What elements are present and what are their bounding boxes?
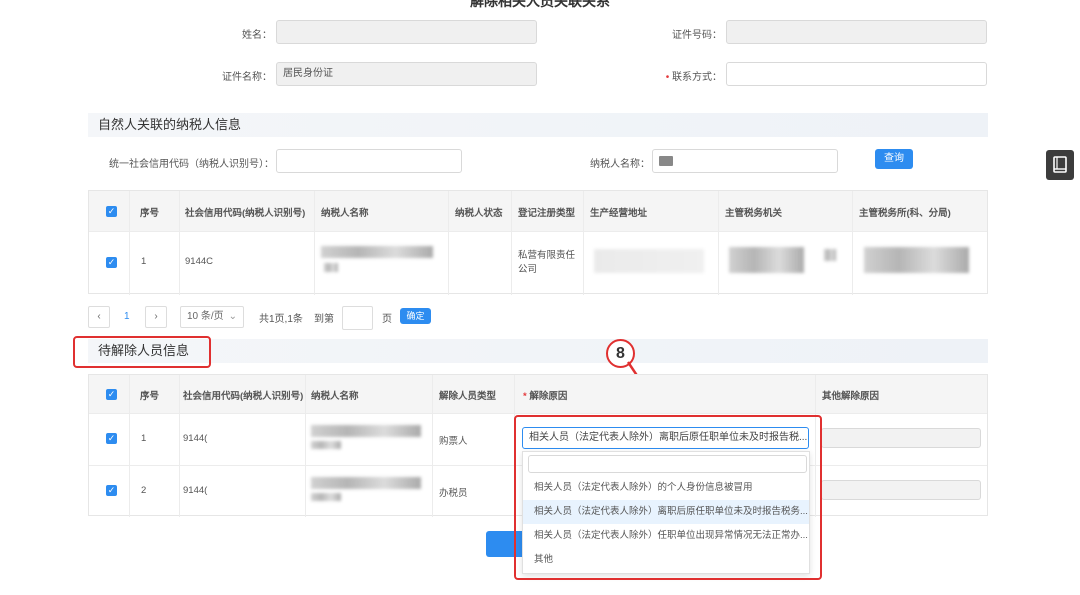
col-removal-reason-text: 解除原因 [529,391,568,402]
col-address: 生产经营地址 [590,208,648,219]
folder-icon [659,156,673,166]
col-credit-code: 社会信用代码(纳税人识别号) [185,208,306,219]
col-taxpayer-name: 纳税人名称 [311,391,359,402]
col-taxpayer-name: 纳税人名称 [321,208,369,219]
goto-label: 到第 [314,314,334,325]
row-removal-type: 办税员 [439,488,468,499]
row-index: 1 [141,256,147,267]
page-unit-label: 页 [382,314,392,325]
taxpayer-name-input[interactable] [652,149,838,173]
redacted-taxpayer-name [321,246,433,258]
redacted-taxpayer-name [311,425,421,437]
goto-page-input[interactable] [342,306,373,330]
col-reg-type: 登记注册类型 [518,208,576,219]
id-type-field[interactable]: 居民身份证 [276,62,537,86]
redacted-taxpayer-name-2 [311,493,341,501]
id-type-label: 证件名称： [222,72,272,83]
contact-field[interactable] [726,62,987,86]
col-credit-code: 社会信用代码(纳税人识别号) [183,391,304,402]
next-page-button[interactable]: › [145,306,167,328]
id-number-field[interactable] [726,20,987,44]
query-button[interactable]: 查询 [875,149,913,169]
col-index: 序号 [140,208,160,219]
name-field[interactable] [276,20,537,44]
page-size-value: 10 条/页 [187,311,224,322]
other-reason-field[interactable] [821,428,981,448]
row-checkbox[interactable]: ✓ [106,485,117,496]
select-all-checkbox[interactable]: ✓ [106,206,117,217]
name-label: 姓名： [242,30,272,41]
required-mark: • [665,72,670,83]
taxpayer-table: ✓ 序号 社会信用代码(纳税人识别号) 纳税人名称 纳税人状态 登记注册类型 生… [88,190,988,295]
goto-confirm-button[interactable]: 确定 [400,308,431,324]
book-icon[interactable] [1046,150,1074,180]
col-other-reason: 其他解除原因 [822,391,880,402]
contact-label-text: 联系方式： [672,72,722,83]
other-reason-field[interactable] [821,480,981,500]
row-index: 2 [141,485,147,496]
redacted-address [594,249,704,273]
col-removal-reason: * 解除原因 [523,388,567,402]
redacted-taxpayer-name [311,477,421,489]
chevron-down-icon: ⌄ [228,311,237,322]
contact-label: • 联系方式： [620,68,722,83]
redacted-tax-office [864,247,969,273]
row-checkbox[interactable]: ✓ [106,257,117,268]
section-taxpayer-info-title: 自然人关联的纳税人信息 [88,113,988,137]
redacted-tax-authority-2 [824,249,836,261]
book-icon-glyph [1053,156,1067,173]
id-number-label: 证件号码： [672,30,722,41]
select-all-pending-checkbox[interactable]: ✓ [106,389,117,400]
col-removal-type: 解除人员类型 [439,391,497,402]
col-tax-office: 主管税务所(科、分局) [859,208,951,219]
redacted-taxpayer-name-2 [324,263,338,272]
section-highlight-box [73,336,211,368]
col-index: 序号 [140,391,160,402]
row-credit-code: 9144C [185,256,213,267]
redacted-tax-authority [729,247,804,273]
section-pending-removal-title: 待解除人员信息 [88,339,988,363]
row-removal-type: 购票人 [439,436,468,447]
col-taxpayer-status: 纳税人状态 [455,208,503,219]
row-credit-code: 9144( [183,433,208,444]
row-checkbox[interactable]: ✓ [106,433,117,444]
row-credit-code: 9144( [183,485,208,496]
page-size-select[interactable]: 10 条/页 ⌄ [180,306,244,328]
row-reg-type: 私营有限责任公司 [518,250,576,275]
prev-page-button[interactable]: ‹ [88,306,110,328]
dropdown-highlight-box [514,415,822,580]
row-index: 1 [141,433,147,444]
page-title: 解除相关人员关联关系 [470,0,610,9]
credit-code-input[interactable] [276,149,462,173]
pagination-summary: 共1页,1条 [259,314,303,325]
credit-code-label: 统一社会信用代码（纳税人识别号）： [109,159,274,170]
redacted-taxpayer-name-2 [311,441,341,449]
current-page[interactable]: 1 [124,311,130,322]
taxpayer-name-label: 纳税人名称： [590,159,650,170]
col-tax-authority: 主管税务机关 [725,208,783,219]
